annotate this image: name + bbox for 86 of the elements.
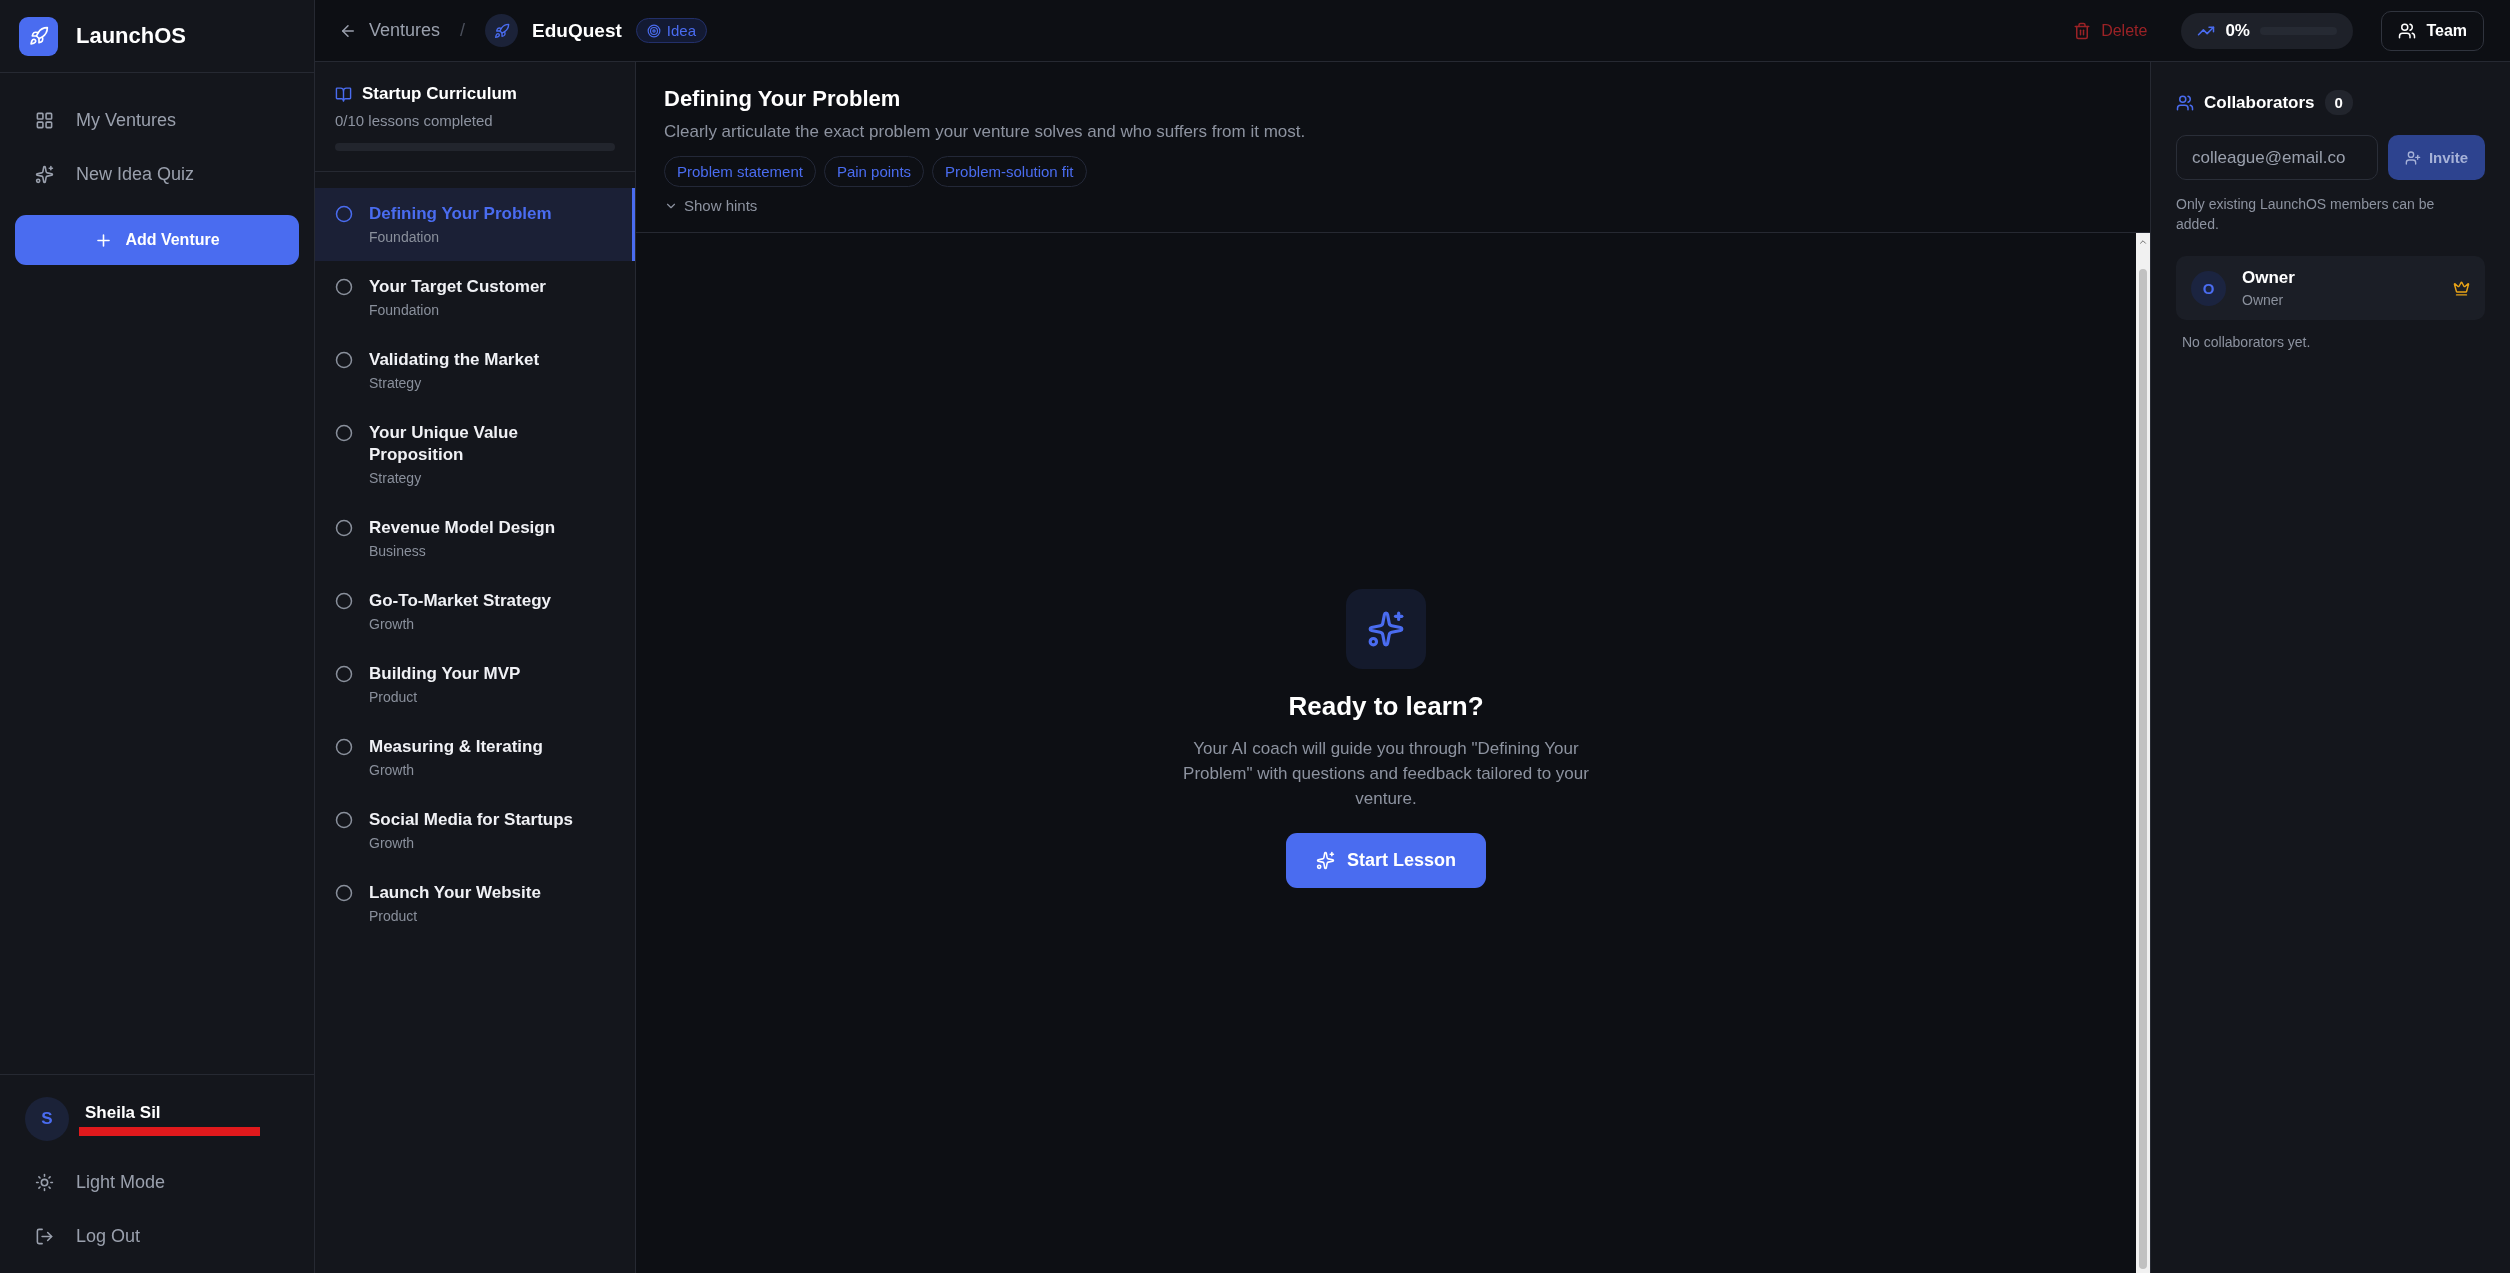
lesson-title: Social Media for Startups (369, 809, 574, 831)
lesson-title: Go-To-Market Strategy (369, 590, 551, 612)
book-icon (335, 85, 352, 103)
rocket-logo-icon (19, 16, 58, 56)
trash-icon (2073, 21, 2092, 40)
lesson-item[interactable]: Go-To-Market Strategy Growth (315, 575, 635, 648)
circle-icon (335, 811, 353, 829)
lesson-title: Validating the Market (369, 349, 540, 371)
lesson-title: Building Your MVP (369, 663, 521, 685)
lesson-item[interactable]: Measuring & Iterating Growth (315, 721, 635, 794)
sparkles-icon (1346, 588, 1426, 669)
users-icon (2398, 21, 2417, 40)
logout-icon (35, 1226, 54, 1246)
lesson-item[interactable]: Your Target Customer Foundation (315, 261, 635, 334)
nav-item[interactable]: My Ventures (15, 97, 299, 143)
sidebar-action[interactable]: Log Out (15, 1213, 299, 1259)
circle-icon (335, 205, 353, 223)
lesson-title: Defining Your Problem (369, 203, 552, 225)
sparkles-icon (1316, 850, 1335, 870)
circle-icon (335, 738, 353, 756)
member-role: Owner (2242, 292, 2285, 308)
rocket-icon (485, 14, 519, 47)
empty-state-text: Your AI coach will guide you through "Defining Your Problem" with questions and feedback tailored to your venture. (1182, 737, 1590, 810)
start-lesson-button[interactable]: Start Lesson (1286, 832, 1486, 888)
nav-item[interactable]: New Idea Quiz (15, 151, 299, 197)
lesson-item[interactable]: Your Unique Value Proposition Strategy (315, 407, 635, 502)
circle-icon (335, 351, 353, 369)
scroll-up-icon[interactable] (2138, 237, 2148, 247)
venture-name: EduQuest (532, 19, 622, 42)
add-venture-button[interactable]: Add Venture (15, 215, 299, 265)
lesson-item[interactable]: Launch Your Website Product (315, 867, 635, 940)
stage-badge: Idea (635, 18, 707, 43)
lesson-title: Your Unique Value Proposition (369, 422, 519, 466)
lesson-item[interactable]: Defining Your Problem Foundation (315, 188, 635, 261)
email-field[interactable]: colleague@email.co (2176, 135, 2378, 180)
lesson-description: Clearly articulate the exact problem your venture solves and who suffers from it most. (664, 122, 1307, 142)
lesson-title: Revenue Model Design (369, 517, 556, 539)
lesson-category: Growth (369, 616, 416, 632)
scrollbar[interactable] (2136, 233, 2150, 1273)
users-icon (2176, 93, 2194, 112)
lesson-category: Growth (369, 835, 416, 851)
breadcrumb-separator: / (460, 20, 466, 41)
lesson-item[interactable]: Building Your MVP Product (315, 648, 635, 721)
collaborators-title: Collaborators (2204, 92, 2315, 113)
lesson-category: Foundation (369, 302, 441, 318)
lesson-item[interactable]: Social Media for Startups Growth (315, 794, 635, 867)
user-name: Sheila Sil (85, 1102, 162, 1123)
back-link[interactable]: Ventures (339, 20, 441, 41)
lessons-summary: 0/10 lessons completed (335, 112, 494, 129)
lesson-category: Strategy (369, 470, 423, 486)
lesson-category: Growth (369, 762, 416, 778)
member-name: Owner (2242, 268, 2296, 288)
empty-state-title: Ready to learn? (1288, 690, 1484, 722)
progress-reading: 0% (2225, 20, 2250, 41)
lesson-heading: Defining Your Problem (664, 86, 902, 112)
invite-note: Only existing LaunchOS members can be added. (2176, 195, 2436, 234)
lesson-title: Launch Your Website (369, 882, 541, 904)
crown-icon (2453, 279, 2470, 297)
circle-icon (335, 884, 353, 902)
sparkles-icon (35, 164, 54, 184)
collaborators-count: 0 (2324, 90, 2353, 115)
lesson-category: Strategy (369, 375, 423, 391)
lesson-category: Product (369, 689, 419, 705)
lesson-item[interactable]: Revenue Model Design Business (315, 502, 635, 575)
member-avatar: O (2191, 270, 2226, 306)
lesson-item[interactable]: Validating the Market Strategy (315, 334, 635, 407)
empty-collaborators: No collaborators yet. (2181, 334, 2312, 350)
lesson-category: Business (369, 543, 427, 559)
circle-icon (335, 519, 353, 537)
team-button[interactable]: Team (2381, 10, 2484, 51)
sun-icon (35, 1172, 54, 1192)
user-avatar: S (25, 1097, 69, 1141)
hints-toggle[interactable]: Show hints (664, 197, 2122, 214)
circle-icon (335, 424, 353, 442)
lesson-category: Product (369, 908, 419, 924)
sidebar-action[interactable]: Light Mode (15, 1159, 299, 1205)
grid-icon (35, 110, 54, 130)
app-name: LaunchOS (76, 23, 186, 49)
lesson-category: Foundation (369, 229, 441, 245)
circle-icon (335, 592, 353, 610)
curriculum-title: Startup Curriculum (362, 84, 517, 104)
lesson-title: Measuring & Iterating (369, 736, 543, 758)
circle-icon (335, 278, 353, 296)
circle-icon (335, 665, 353, 683)
add-user-icon (2404, 149, 2421, 166)
lesson-title: Your Target Customer (369, 276, 546, 298)
